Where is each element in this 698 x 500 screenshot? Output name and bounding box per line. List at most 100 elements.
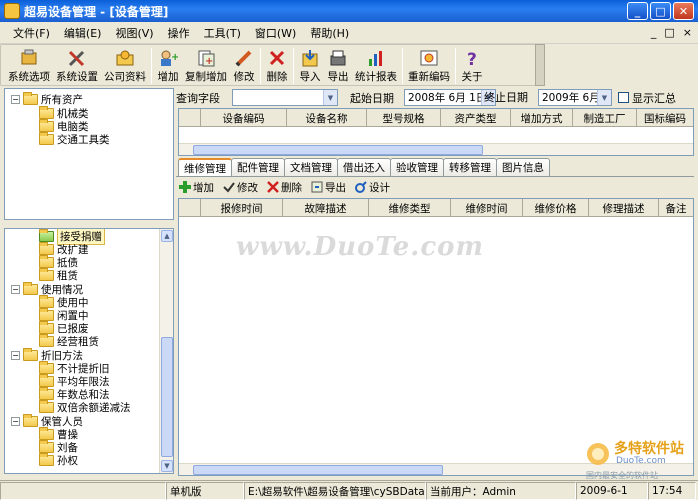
system-options-button[interactable]: 系统选项 bbox=[5, 45, 53, 85]
collapse-icon[interactable]: − bbox=[11, 351, 20, 360]
repair-add-button[interactable]: 增加 bbox=[178, 180, 214, 195]
tab-parts[interactable]: 配件管理 bbox=[231, 158, 285, 176]
show-summary-checkbox[interactable] bbox=[618, 92, 629, 103]
menu-help[interactable]: 帮助(H) bbox=[303, 25, 356, 41]
mdi-close-button[interactable]: × bbox=[683, 26, 692, 39]
svg-text:?: ? bbox=[467, 50, 477, 67]
copy-add-button[interactable]: + 复制增加 bbox=[182, 45, 230, 85]
toolbar-separator bbox=[151, 48, 152, 84]
tree-node-double-declining[interactable]: 双倍余额递减法 bbox=[39, 400, 131, 414]
tree-vertical-scrollbar[interactable]: ▲ ▼ bbox=[159, 229, 173, 473]
maximize-button[interactable]: □ bbox=[650, 2, 671, 20]
folder-open-icon bbox=[39, 229, 54, 242]
column-header[interactable]: 维修时间 bbox=[451, 199, 523, 217]
repair-delete-button[interactable]: 删除 bbox=[266, 180, 302, 195]
menu-view[interactable]: 视图(V) bbox=[108, 25, 160, 41]
company-icon bbox=[114, 48, 136, 68]
tab-transfer[interactable]: 转移管理 bbox=[443, 158, 497, 176]
scroll-thumb[interactable] bbox=[193, 145, 483, 155]
column-header[interactable]: 设备编码 bbox=[201, 109, 287, 127]
status-user: 当前用户：Admin bbox=[426, 482, 576, 500]
tab-repair[interactable]: 维修管理 bbox=[178, 158, 232, 177]
scroll-thumb[interactable] bbox=[161, 337, 173, 457]
folder-icon bbox=[39, 361, 54, 374]
asset-tree-panel: − 所有资产 机械类 电脑类 交通工具类 bbox=[4, 88, 174, 220]
about-button[interactable]: ? 关于 bbox=[458, 45, 486, 85]
design-icon bbox=[354, 181, 367, 193]
query-field-select[interactable]: ▼ bbox=[232, 89, 338, 106]
recode-button[interactable]: 重新编码 bbox=[405, 45, 453, 85]
add-button[interactable]: + 增加 bbox=[154, 45, 182, 85]
chevron-down-icon[interactable]: ▼ bbox=[597, 90, 611, 105]
column-header[interactable]: 制造工厂 bbox=[573, 109, 637, 127]
mdi-minimize-button[interactable]: _ bbox=[651, 26, 657, 39]
collapse-icon[interactable]: − bbox=[11, 417, 20, 426]
scroll-down-icon[interactable]: ▼ bbox=[161, 460, 173, 472]
company-info-button[interactable]: 公司资料 bbox=[101, 45, 149, 85]
tree-node-lease[interactable]: 租赁 bbox=[39, 268, 78, 282]
mdi-restore-button[interactable]: □ bbox=[664, 26, 674, 39]
column-header[interactable]: 修理描述 bbox=[589, 199, 659, 217]
app-icon bbox=[4, 3, 20, 19]
statistics-report-button[interactable]: 统计报表 bbox=[352, 45, 400, 85]
end-date-picker[interactable]: 2009年 6月 ▼ bbox=[538, 89, 612, 106]
equipment-grid-header: 设备编码 设备名称 型号规格 资产类型 增加方式 制造工厂 国标编码 bbox=[179, 109, 693, 127]
menu-edit[interactable]: 编辑(E) bbox=[57, 25, 109, 41]
equipment-horizontal-scrollbar[interactable] bbox=[179, 143, 693, 155]
folder-icon bbox=[39, 453, 54, 466]
repair-edit-button[interactable]: 修改 bbox=[222, 180, 258, 195]
tab-images[interactable]: 图片信息 bbox=[496, 158, 550, 176]
tab-lending[interactable]: 借出还入 bbox=[337, 158, 391, 176]
scroll-up-icon[interactable]: ▲ bbox=[161, 230, 173, 242]
column-header[interactable]: 报修时间 bbox=[201, 199, 283, 217]
row-indicator-header bbox=[179, 199, 201, 217]
chevron-down-icon[interactable]: ▼ bbox=[323, 90, 337, 105]
column-header[interactable]: 设备名称 bbox=[287, 109, 367, 127]
folder-icon bbox=[39, 295, 54, 308]
tree-node-custodian-3[interactable]: 孙权 bbox=[39, 453, 78, 467]
close-button[interactable]: ✕ bbox=[673, 2, 694, 20]
tree-node-root[interactable]: − 所有资产 bbox=[11, 92, 83, 106]
tab-documents[interactable]: 文档管理 bbox=[284, 158, 338, 176]
column-header[interactable]: 维修类型 bbox=[369, 199, 451, 217]
folder-icon bbox=[39, 132, 54, 145]
export-icon bbox=[310, 181, 323, 193]
column-header[interactable]: 故障描述 bbox=[283, 199, 369, 217]
toolbar-chevron[interactable] bbox=[535, 44, 545, 86]
delete-button[interactable]: 删除 bbox=[263, 45, 291, 85]
status-time: 17:54 bbox=[648, 482, 696, 500]
start-date-picker[interactable]: 2008年 6月 1日 ▼ bbox=[404, 89, 496, 106]
collapse-icon[interactable]: − bbox=[11, 285, 20, 294]
menu-file[interactable]: 文件(F) bbox=[6, 25, 57, 41]
folder-icon bbox=[39, 106, 54, 119]
column-header[interactable]: 型号规格 bbox=[367, 109, 441, 127]
import-button[interactable]: 导入 bbox=[296, 45, 324, 85]
system-settings-button[interactable]: 系统设置 bbox=[53, 45, 101, 85]
column-header[interactable]: 维修价格 bbox=[523, 199, 589, 217]
toolbar-separator bbox=[293, 48, 294, 84]
folder-icon bbox=[39, 308, 54, 321]
minimize-button[interactable]: _ bbox=[627, 2, 648, 20]
repair-export-button[interactable]: 导出 bbox=[310, 180, 346, 195]
tree-node-vehicles[interactable]: 交通工具类 bbox=[39, 132, 110, 146]
scroll-thumb[interactable] bbox=[193, 465, 443, 475]
duote-logo-watermark: 多特软件站 DuoTe.com 国内最安全的软件站 bbox=[584, 436, 694, 480]
toolbar-separator bbox=[455, 48, 456, 84]
menu-tools[interactable]: 工具(T) bbox=[197, 25, 248, 41]
export-button[interactable]: 导出 bbox=[324, 45, 352, 85]
menu-operation[interactable]: 操作 bbox=[161, 25, 197, 41]
logo-text: 多特软件站 bbox=[614, 441, 684, 457]
column-header[interactable]: 国标编码 bbox=[637, 109, 693, 127]
edit-button[interactable]: 修改 bbox=[230, 45, 258, 85]
column-header[interactable]: 增加方式 bbox=[511, 109, 573, 127]
import-icon bbox=[299, 48, 321, 68]
title-bar: 超易设备管理 - [设备管理] _ □ ✕ bbox=[0, 0, 698, 22]
column-header[interactable]: 资产类型 bbox=[441, 109, 511, 127]
tree-node-operating-lease[interactable]: 经营租赁 bbox=[39, 334, 99, 348]
menu-window[interactable]: 窗口(W) bbox=[248, 25, 303, 41]
options-icon bbox=[18, 48, 40, 68]
collapse-icon[interactable]: − bbox=[11, 95, 20, 104]
repair-design-button[interactable]: 设计 bbox=[354, 180, 390, 195]
column-header[interactable]: 备注 bbox=[659, 199, 693, 217]
tab-acceptance[interactable]: 验收管理 bbox=[390, 158, 444, 176]
